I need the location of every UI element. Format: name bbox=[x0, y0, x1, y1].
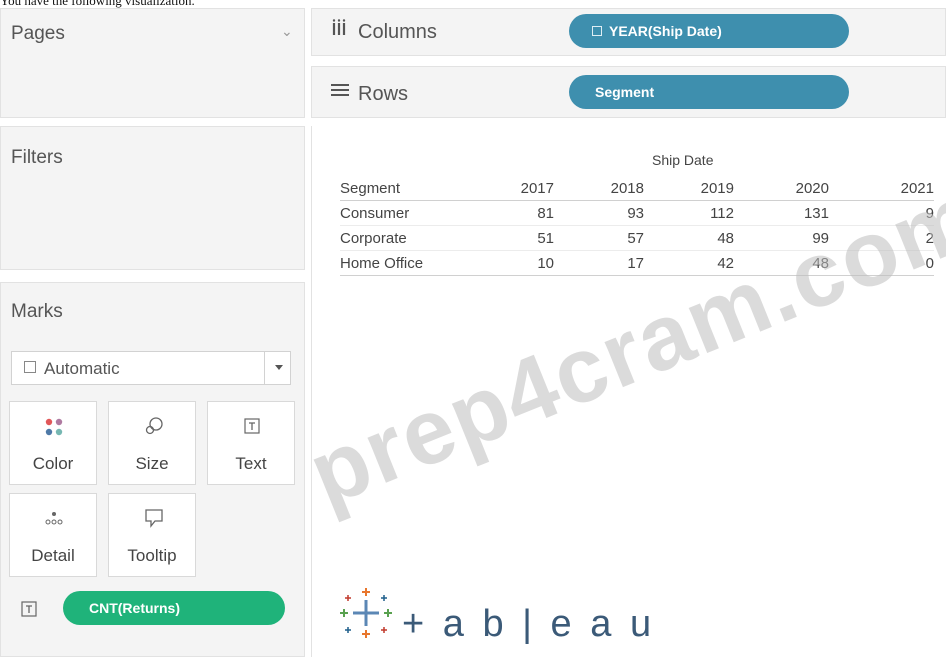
mark-type-dropdown[interactable]: Automatic bbox=[11, 351, 291, 385]
marks-title: Marks bbox=[11, 301, 63, 322]
tooltip-card[interactable]: Tooltip bbox=[108, 493, 196, 577]
dropdown-divider bbox=[264, 352, 265, 384]
pages-title: Pages bbox=[11, 23, 65, 44]
year-header: 2020 bbox=[795, 179, 829, 197]
color-dots-icon bbox=[45, 418, 63, 436]
header-row: Segment 2017 2018 2019 2020 2021 bbox=[340, 176, 934, 201]
text-icon bbox=[21, 601, 37, 617]
mark-type-value: Automatic bbox=[44, 359, 120, 378]
segment-cell: Corporate bbox=[340, 229, 407, 247]
rows-icon bbox=[331, 84, 349, 96]
cnt-returns-label: CNT(Returns) bbox=[89, 600, 180, 616]
segment-cell: Home Office bbox=[340, 254, 424, 272]
chevron-down-icon bbox=[275, 365, 283, 370]
color-card[interactable]: Color bbox=[9, 401, 97, 485]
segment-cell: Consumer bbox=[340, 204, 410, 222]
size-icon bbox=[145, 417, 163, 435]
year-ship-date-label: YEAR(Ship Date) bbox=[609, 23, 722, 39]
color-label: Color bbox=[32, 454, 74, 473]
tooltip-label: Tooltip bbox=[127, 546, 177, 565]
segment-pill[interactable]: Segment bbox=[569, 75, 849, 109]
value-cell: 51 bbox=[537, 229, 554, 247]
tableau-wordmark: + a b | e a u bbox=[402, 603, 656, 645]
filters-title: Filters bbox=[11, 147, 63, 168]
text-label: Text bbox=[235, 454, 267, 473]
year-header: 2018 bbox=[610, 179, 644, 197]
text-icon bbox=[244, 418, 260, 434]
segment-header: Segment bbox=[340, 179, 401, 197]
year-header: 2017 bbox=[520, 179, 554, 197]
detail-card[interactable]: Detail bbox=[9, 493, 97, 577]
year-ship-date-pill[interactable]: YEAR(Ship Date) bbox=[569, 14, 849, 48]
filters-panel[interactable]: Filters bbox=[0, 126, 305, 270]
cnt-returns-pill[interactable]: CNT(Returns) bbox=[63, 591, 285, 625]
columns-icon bbox=[332, 19, 346, 35]
value-cell: 48 bbox=[717, 229, 734, 247]
pages-panel: Pages ⌄ bbox=[0, 8, 305, 118]
columns-label: Columns bbox=[358, 21, 437, 43]
value-cell: 17 bbox=[627, 254, 644, 272]
chevron-down-icon[interactable]: ⌄ bbox=[281, 23, 293, 40]
ship-date-header: Ship Date bbox=[652, 152, 714, 168]
columns-shelf: Columns YEAR(Ship Date) bbox=[311, 8, 946, 56]
size-card[interactable]: Size bbox=[108, 401, 196, 485]
question-caption: You have the following visualization. bbox=[0, 0, 195, 8]
value-cell: 10 bbox=[537, 254, 554, 272]
value-cell: 57 bbox=[627, 229, 644, 247]
expand-icon bbox=[592, 26, 602, 36]
size-label: Size bbox=[135, 454, 169, 473]
marks-panel: Marks Automatic Color Size Text Detail T… bbox=[0, 282, 305, 657]
tooltip-icon bbox=[145, 509, 163, 528]
tableau-logo-icon bbox=[340, 588, 392, 638]
rows-shelf: Rows Segment bbox=[311, 66, 946, 118]
automatic-mark-icon bbox=[24, 361, 36, 373]
year-header: 2019 bbox=[700, 179, 734, 197]
value-cell: 81 bbox=[537, 204, 554, 222]
text-card[interactable]: Text bbox=[207, 401, 295, 485]
segment-pill-label: Segment bbox=[595, 84, 655, 100]
rows-label: Rows bbox=[358, 83, 409, 105]
detail-icon bbox=[45, 512, 63, 525]
value-cell: 112 bbox=[710, 204, 734, 222]
detail-label: Detail bbox=[31, 546, 75, 565]
value-cell: 93 bbox=[627, 204, 644, 222]
